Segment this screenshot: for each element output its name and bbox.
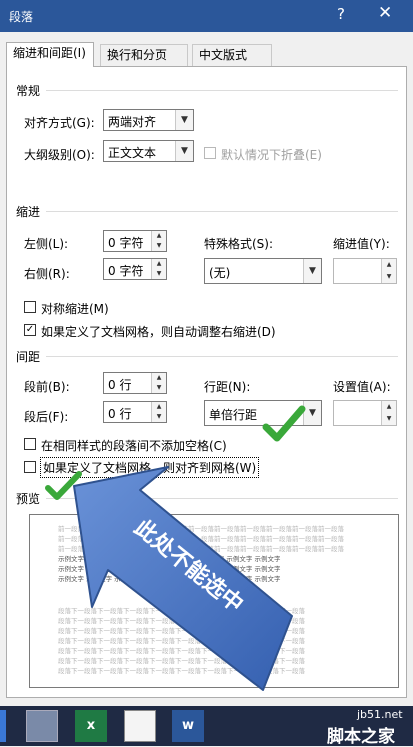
excel-icon[interactable]: x — [75, 710, 107, 742]
tab-indent-spacing[interactable]: 缩进和间距(I) — [6, 42, 94, 67]
watermark-site: jb51.net — [357, 708, 403, 721]
green-check-icon — [262, 405, 306, 442]
green-check-icon — [45, 471, 82, 500]
notepad-icon[interactable] — [124, 710, 156, 742]
photo-app-icon[interactable] — [26, 710, 58, 742]
start-edge-icon[interactable] — [0, 710, 6, 742]
callout-arrow — [73, 466, 293, 691]
annotation-arrow-overlay: 此处不能选中 — [73, 466, 293, 691]
watermark-name: 脚本之家 — [327, 727, 395, 747]
word-icon[interactable]: w — [172, 710, 204, 742]
taskbar: x w jb51.net 脚本之家 — [0, 706, 413, 747]
